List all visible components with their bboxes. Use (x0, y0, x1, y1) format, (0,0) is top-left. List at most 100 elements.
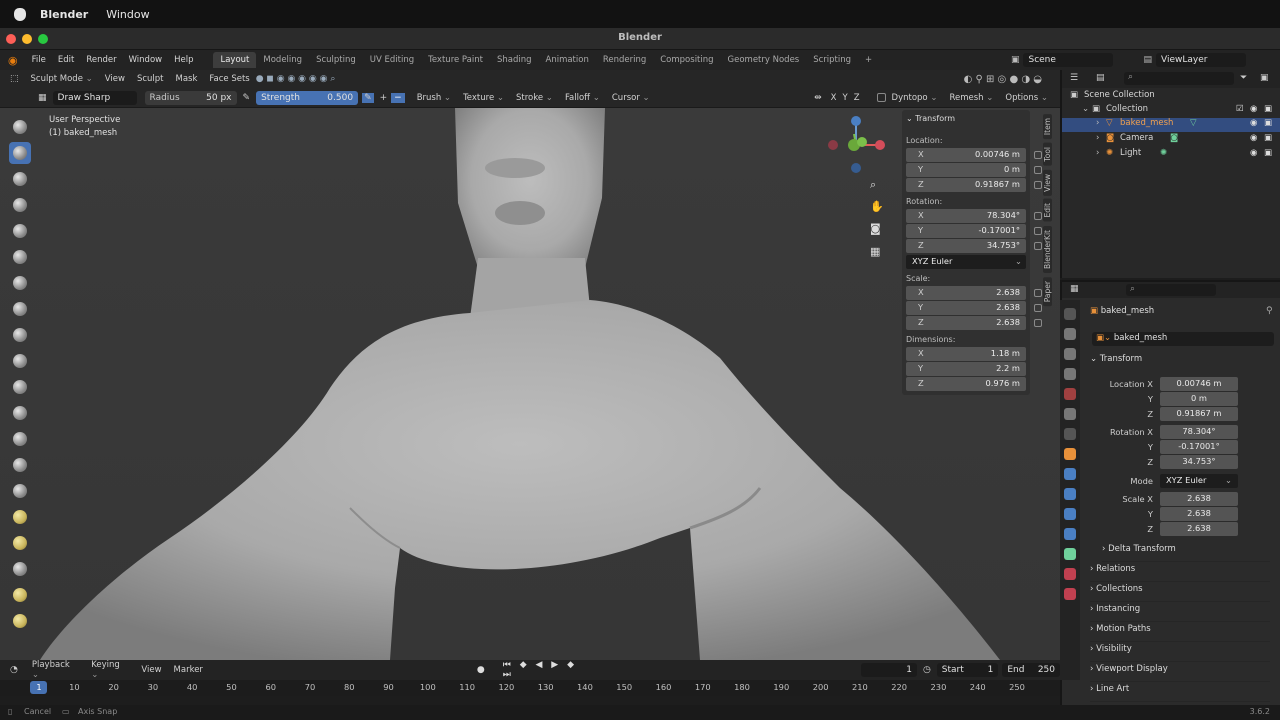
disclosure-icon[interactable]: › (1096, 133, 1099, 143)
tool-draw[interactable] (9, 116, 31, 138)
window-menu[interactable]: Window (106, 8, 149, 21)
tab-geometry-nodes[interactable]: Geometry Nodes (721, 52, 807, 68)
camera-render-icon[interactable]: ▣ (1264, 148, 1272, 158)
outliner-scene-collection[interactable]: ▣ Scene Collection (1062, 90, 1280, 104)
visibility-section[interactable]: › Visibility (1090, 644, 1270, 662)
menu-window[interactable]: Window (123, 55, 169, 65)
tab-blenderkit[interactable]: BlenderKit (1043, 226, 1052, 273)
dyntopo-menu[interactable]: Dyntopo (886, 91, 944, 105)
delta-transform-section[interactable]: › Delta Transform (1102, 544, 1270, 562)
prop-scale-x[interactable]: 2.638 (1160, 492, 1238, 506)
tab-view[interactable]: View (1043, 169, 1052, 196)
tab-item[interactable]: Item (1043, 114, 1052, 140)
tool-clay-strips[interactable] (9, 194, 31, 216)
texture-tab-icon[interactable] (1064, 588, 1076, 600)
scene-selector[interactable]: Scene (1023, 53, 1114, 67)
prop-rotation-z[interactable]: 34.753° (1160, 455, 1238, 469)
tool-layer[interactable] (9, 246, 31, 268)
prop-location-x[interactable]: 0.00746 m (1160, 377, 1238, 391)
add-direction-icon[interactable]: + (380, 93, 388, 103)
scale-z-field[interactable]: Z 2.638 (906, 316, 1042, 330)
camera-render-icon[interactable]: ▣ (1264, 133, 1272, 143)
tab-tool[interactable]: Tool (1043, 143, 1052, 166)
pen-pressure-icon[interactable]: ✎ (243, 93, 251, 103)
viewport-display-section[interactable]: › Viewport Display (1090, 664, 1270, 682)
line-art-section[interactable]: › Line Art (1090, 684, 1270, 702)
prop-location-y[interactable]: 0 m (1160, 392, 1238, 406)
tool-grab[interactable] (9, 506, 31, 528)
menu-render[interactable]: Render (80, 55, 122, 65)
record-icon[interactable]: ● (477, 665, 485, 675)
transform-section-header[interactable]: ⌄ Transform (1090, 354, 1270, 372)
object-tab-icon[interactable] (1064, 448, 1076, 460)
timeline-editor-icon[interactable]: ◔ (10, 665, 18, 675)
outliner-item-light[interactable]: › ✺ Light ✺ ◉ ▣ (1062, 148, 1280, 162)
prop-rotation-x[interactable]: 78.304° (1160, 425, 1238, 439)
outliner-item-baked-mesh[interactable]: › ▽ baked_mesh ▽ ◉ ▣ (1062, 118, 1280, 132)
pin-icon[interactable]: ⚲ (1266, 306, 1273, 316)
editor-type-icon[interactable]: ⬚ (10, 74, 19, 84)
strength-pressure-icon[interactable]: ✎ (362, 92, 374, 103)
symmetry-y[interactable]: Y (840, 91, 851, 105)
eye-icon[interactable]: ◉ (1250, 133, 1257, 143)
dimension-x-field[interactable]: X 1.18 m (906, 347, 1026, 361)
symmetry-z[interactable]: Z (851, 91, 863, 105)
add-workspace-icon[interactable]: + (858, 52, 879, 68)
playback-controls[interactable]: ⏮ ◆ ◀ ▶ ◆ ⏭ (503, 660, 594, 680)
symmetry-icon[interactable]: ⇹ (814, 93, 822, 103)
location-x-field[interactable]: X 0.00746 m (906, 148, 1042, 162)
app-menu[interactable]: Blender (40, 8, 88, 21)
menu-sculpt[interactable]: Sculpt (131, 72, 170, 86)
tool-pose[interactable] (9, 610, 31, 632)
tool-blob[interactable] (9, 298, 31, 320)
motion-paths-section[interactable]: › Motion Paths (1090, 624, 1270, 642)
menu-help[interactable]: Help (168, 55, 199, 65)
collection-tab-icon[interactable] (1064, 428, 1076, 440)
disclosure-icon[interactable]: › (1096, 118, 1099, 128)
tab-compositing[interactable]: Compositing (653, 52, 720, 68)
tab-uv-editing[interactable]: UV Editing (363, 52, 421, 68)
camera-view-icon[interactable]: ◙ (870, 222, 881, 235)
location-z-field[interactable]: Z 0.91867 m (906, 178, 1042, 192)
tool-elastic-deform[interactable] (9, 532, 31, 554)
tool-snake-hook[interactable] (9, 558, 31, 580)
mode-selector[interactable]: Sculpt Mode (25, 72, 99, 86)
brush-name[interactable]: Draw Sharp (52, 90, 137, 105)
tool-smooth[interactable] (9, 350, 31, 372)
relations-section[interactable]: › Relations (1090, 564, 1270, 582)
tab-sculpting[interactable]: Sculpting (309, 52, 363, 68)
prop-scale-z[interactable]: 2.638 (1160, 522, 1238, 536)
tool-clay[interactable] (9, 168, 31, 190)
dimension-z-field[interactable]: Z 0.976 m (906, 377, 1026, 391)
material-tab-icon[interactable] (1064, 568, 1076, 580)
filter-icon[interactable]: ⏷ (1240, 73, 1247, 83)
disclosure-icon[interactable]: › (1096, 148, 1099, 158)
prop-rotation-y[interactable]: -0.17001° (1160, 440, 1238, 454)
camera-render-icon[interactable]: ▣ (1264, 104, 1272, 114)
menu-keying[interactable]: Keying (85, 658, 135, 682)
prop-rotation-mode[interactable]: XYZ Euler ⌄ (1160, 474, 1238, 488)
3d-viewport[interactable] (0, 108, 1060, 660)
radius-field[interactable]: Radius 50 px (144, 90, 237, 105)
ortho-grid-icon[interactable]: ▦ (870, 245, 880, 258)
menu-marker[interactable]: Marker (168, 663, 209, 677)
n-panel-title[interactable]: ⌄ Transform (906, 114, 955, 123)
outliner-search-input[interactable]: ⌕ (1124, 72, 1234, 85)
display-mode-icon[interactable]: ▤ (1096, 73, 1105, 83)
options-menu[interactable]: Options (999, 91, 1054, 105)
rotation-mode-select[interactable]: XYZ Euler ⌄ (906, 255, 1026, 269)
eye-icon[interactable]: ◉ (1250, 104, 1257, 114)
symmetry-x[interactable]: X (828, 91, 840, 105)
rotation-x-field[interactable]: X 78.304° (906, 209, 1042, 223)
collections-section[interactable]: › Collections (1090, 584, 1270, 602)
menu-mask[interactable]: Mask (169, 72, 203, 86)
menu-falloff[interactable]: Falloff (559, 91, 606, 105)
blender-logo-icon[interactable]: ◉ (8, 54, 18, 67)
prop-scale-y[interactable]: 2.638 (1160, 507, 1238, 521)
menu-stroke[interactable]: Stroke (510, 91, 559, 105)
rotation-y-field[interactable]: Y -0.17001° (906, 224, 1042, 238)
menu-texture[interactable]: Texture (457, 91, 510, 105)
physics-tab-icon[interactable] (1064, 508, 1076, 520)
tab-scripting[interactable]: Scripting (806, 52, 858, 68)
tab-paper[interactable]: Paper (1043, 277, 1052, 307)
